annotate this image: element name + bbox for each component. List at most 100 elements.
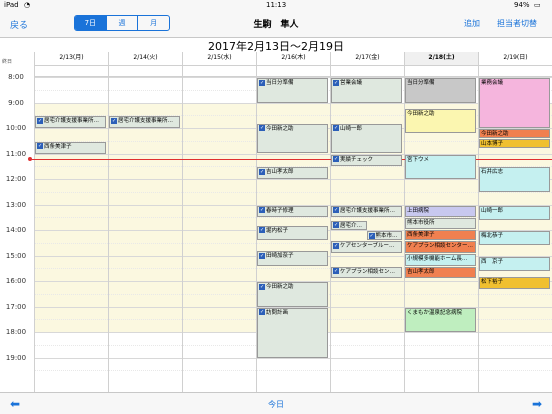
hour-gridline [34, 357, 552, 359]
hour-label: 8:00 [8, 73, 24, 81]
calendar-event[interactable]: ✓ 居宅介護支援事業所… [331, 205, 402, 218]
calendar-event[interactable]: ✓ 堀内松子 [257, 225, 328, 241]
allday-cell[interactable] [182, 66, 256, 77]
event-title: 山崎一郎 [340, 125, 363, 132]
back-button[interactable]: 戻る [10, 18, 28, 31]
calendar-event[interactable]: 山崎一郎 [479, 205, 550, 220]
add-button[interactable]: 追加 [464, 18, 480, 29]
calendar-event[interactable]: 山本博子 [479, 139, 550, 149]
device-label: iPad [4, 1, 19, 9]
calendar-event[interactable]: ✓ 居宅介護支援事業所… [109, 116, 180, 128]
event-title: 梅北恭子 [481, 233, 504, 239]
calendar-event[interactable]: 今田新之助 [479, 129, 550, 139]
event-title: 吉山孝太郎 [407, 268, 435, 275]
current-time-dot [28, 157, 32, 162]
calendar-event[interactable]: 小規模多機能ホーム長… [405, 253, 476, 266]
allday-cell[interactable] [330, 66, 404, 77]
calendar-event[interactable]: ✓ 吉山孝太郎 [257, 167, 328, 179]
segment-week[interactable]: 週 [105, 16, 138, 30]
event-title: 今田新之助 [266, 125, 294, 132]
checkbox-icon: ✓ [259, 252, 265, 259]
allday-cell[interactable] [256, 66, 330, 77]
event-title: 当日分準備 [266, 80, 294, 86]
allday-cell[interactable] [478, 66, 552, 77]
calendar-event[interactable]: 石井広志 [479, 167, 550, 192]
calendar-event[interactable]: 上田病院 [405, 205, 476, 218]
calendar-event[interactable]: 業務会議 [479, 78, 550, 128]
hour-label: 12:00 [5, 175, 27, 183]
event-title: ケアプラン相談セン… [340, 268, 396, 275]
calendar-event[interactable]: 西条美津子 [405, 229, 476, 241]
calendar-event[interactable]: 吉山孝太郎 [405, 266, 476, 279]
allday-cell[interactable] [34, 66, 108, 77]
calendar-event[interactable]: 宮下ウメ [405, 154, 476, 179]
hour-label: 18:00 [5, 328, 27, 336]
hour-label: 19:00 [5, 353, 27, 362]
checkbox-icon: ✓ [333, 268, 339, 275]
half-hour-gridline [34, 191, 552, 193]
calendar-event[interactable]: 今田新之助 [405, 108, 476, 134]
event-title: ケアプラン相談センター… [407, 243, 474, 250]
allday-cell[interactable] [404, 66, 478, 77]
calendar-event[interactable]: 梅北恭子 [479, 231, 550, 246]
date-range-title: 2017年2月13日～2月19日 [208, 40, 344, 53]
hour-gridline [34, 102, 552, 104]
calendar-event[interactable]: ✓ 居宅介護支援事業所… [35, 116, 106, 128]
calendar-event[interactable]: 松下裕子 [479, 276, 550, 289]
day-header[interactable]: 2/19(日) [478, 52, 552, 66]
day-header[interactable]: 2/14(火) [108, 52, 182, 66]
event-title: 西条美津子 [407, 231, 435, 238]
switch-staff-button[interactable]: 担当者切替 [497, 18, 537, 29]
day-header[interactable]: 2/15(水) [182, 52, 256, 66]
segment-month[interactable]: 月 [137, 16, 169, 30]
calendar-event[interactable]: ケアプラン相談センター… [405, 241, 476, 253]
event-title: 居宅介護支援事業所… [44, 118, 100, 125]
calendar-event[interactable]: ✓ 春時子修理 [257, 205, 328, 218]
calendar-event[interactable]: ✓ 西条美津子 [35, 141, 106, 154]
calendar-event[interactable]: ✓ 山崎一郎 [331, 123, 402, 154]
calendar-event[interactable]: ✓ 営業会議 [331, 78, 402, 103]
day-header[interactable]: 2/13(月) [34, 52, 108, 66]
calendar-event[interactable]: ✓ 居宅介… [331, 220, 367, 230]
allday-label: 終日 [2, 59, 13, 65]
event-title: 訪問計画 [266, 309, 289, 316]
checkbox-icon: ✓ [259, 125, 265, 132]
event-title: 営業会議 [340, 80, 363, 86]
hour-label: 17:00 [5, 302, 27, 311]
event-title: 業務会議 [481, 80, 504, 86]
hour-label: 13:00 [5, 200, 27, 209]
event-title: 西 京子 [481, 258, 504, 265]
segment-7days[interactable]: 7日 [75, 16, 106, 30]
calendar-event[interactable]: ✓ ケアプラン相談セン… [331, 266, 402, 279]
calendar-event[interactable]: ✓ 実績チェック [331, 154, 402, 167]
calendar-event[interactable]: 当日分準備 [405, 78, 476, 103]
calendar-event[interactable]: ✓ 熊本市… [366, 231, 402, 241]
calendar-event[interactable]: ✓ 訪問計画 [257, 307, 328, 358]
calendar-event[interactable]: ✓ 今田新之助 [257, 282, 328, 307]
prev-week-arrow-icon[interactable]: ⬅ [10, 397, 20, 411]
event-title: 今田新之助 [481, 131, 509, 137]
hour-label: 11:00 [5, 149, 27, 158]
calendar-event[interactable]: 熊本市役所 [405, 218, 476, 229]
calendar-event[interactable]: ✓ ケアセンターブルー… [331, 241, 402, 253]
day-header[interactable]: 2/16(木) [256, 52, 330, 66]
event-title: 吉山孝太郎 [266, 169, 294, 176]
today-button[interactable]: 今日 [0, 399, 552, 410]
calendar-event[interactable]: 西 京子 [479, 256, 550, 271]
event-title: 松下裕子 [481, 278, 504, 285]
day-header[interactable]: 2/17(金) [330, 52, 404, 66]
event-title: 熊本市役所 [407, 220, 435, 227]
calendar-event[interactable]: ✓ 今田新之助 [257, 123, 328, 154]
calendar-event[interactable]: くまもか温泉記念病院 [405, 307, 476, 332]
allday-cell[interactable] [108, 66, 182, 77]
battery-percent: 94% [514, 1, 530, 9]
next-week-arrow-icon[interactable]: ➡ [532, 397, 542, 411]
hour-label: 15:00 [5, 251, 27, 260]
checkbox-icon: ✓ [37, 143, 43, 150]
checkbox-icon: ✓ [259, 207, 265, 213]
event-title: 今田新之助 [266, 284, 294, 290]
calendar-event[interactable]: ✓ 当日分準備 [257, 78, 328, 103]
day-header[interactable]: 2/18(土) [404, 52, 478, 66]
calendar-event[interactable]: ✓ 田崎加奈子 [257, 251, 328, 266]
hour-gridline [34, 179, 552, 180]
